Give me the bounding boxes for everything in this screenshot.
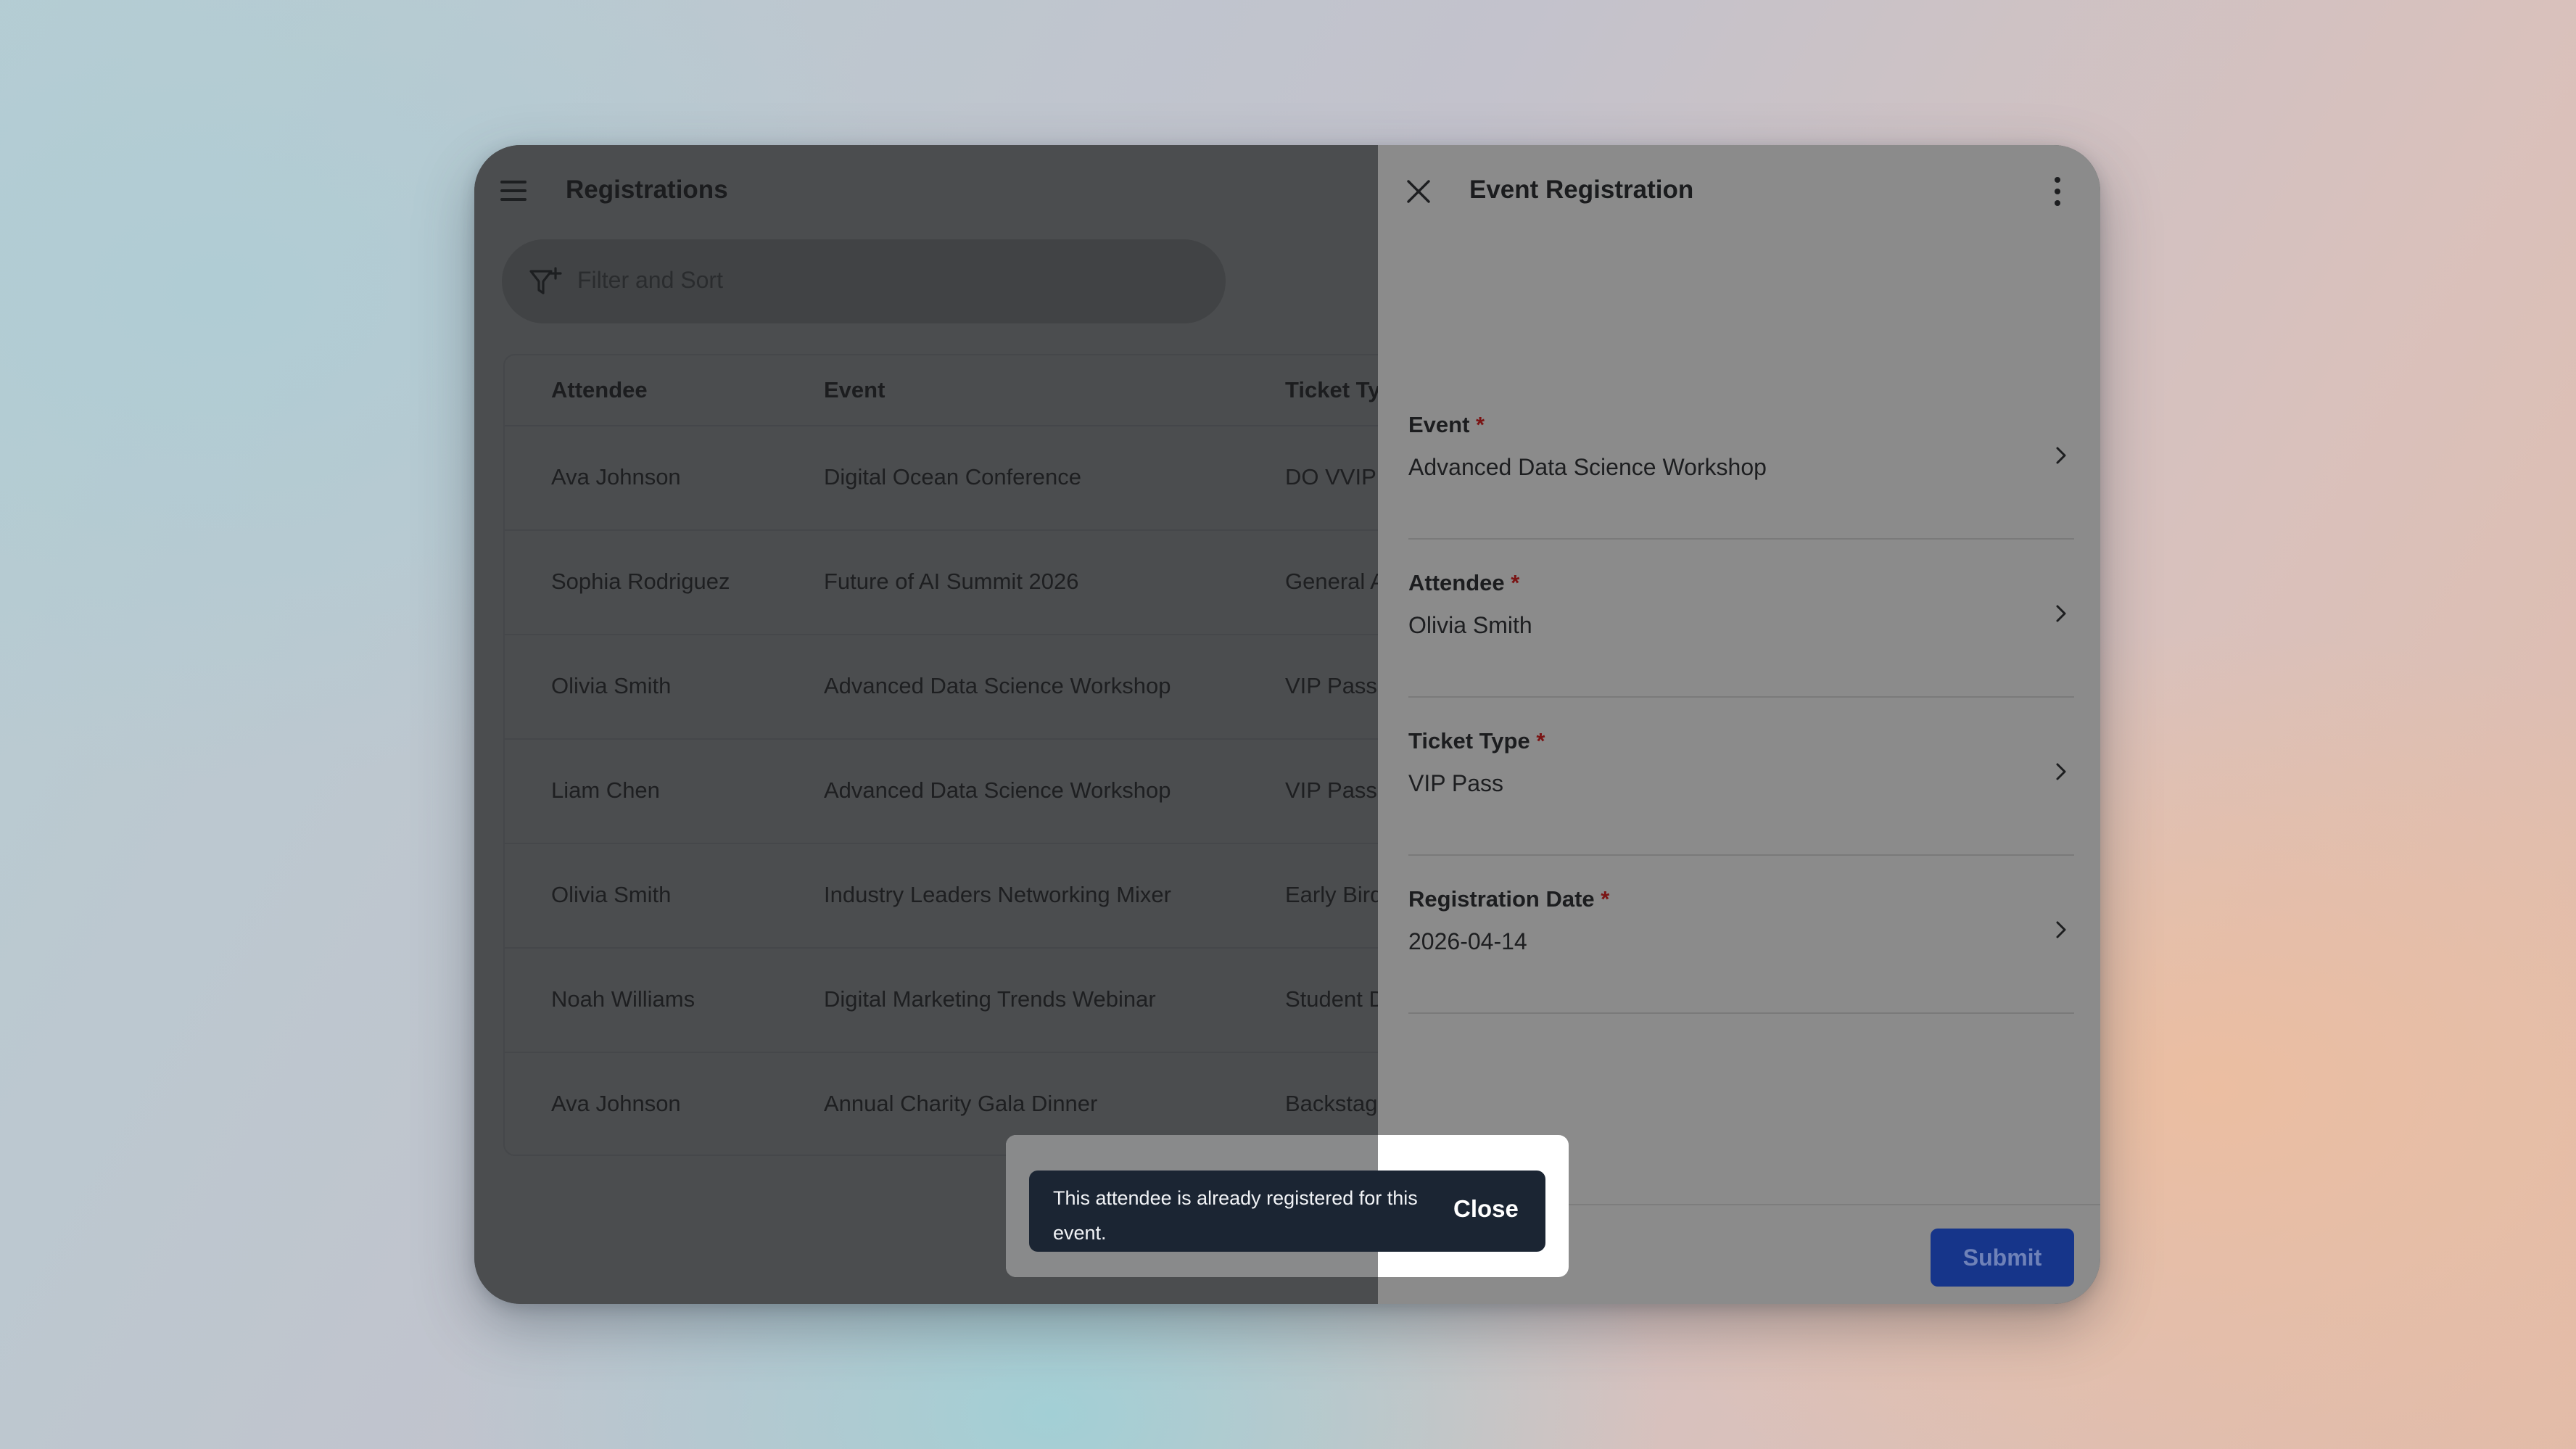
registrations-table: Attendee Event Ticket Ty Ava Johnson Dig… [503,354,1446,1156]
cell-attendee: Olivia Smith [551,882,672,907]
table-row[interactable]: Liam Chen Advanced Data Science Workshop… [505,740,1445,844]
cell-ticket-type: VIP Pass [1285,673,1377,698]
close-icon[interactable] [1404,177,1433,206]
chevron-right-icon [2056,605,2066,622]
field-value: VIP Pass [1408,770,1504,796]
event-field[interactable]: Event * Advanced Data Science Workshop [1408,381,2074,540]
cell-ticket-type: Backstag [1285,1091,1378,1116]
cell-attendee: Sophia Rodriguez [551,569,730,594]
cell-ticket-type: Student D [1285,986,1385,1012]
cell-attendee: Noah Williams [551,986,695,1012]
ticket-type-field[interactable]: Ticket Type * VIP Pass [1408,698,2074,856]
registrations-list-pane: Registrations Filter and Sort Attendee E… [474,145,1446,1304]
snackbar-message: This attendee is already registered for … [1053,1187,1418,1244]
filter-add-icon [529,267,562,294]
submit-button[interactable]: Submit [1931,1229,2074,1287]
table-row[interactable]: Olivia Smith Advanced Data Science Works… [505,635,1445,740]
table-header: Attendee Event Ticket Ty [505,355,1445,426]
cell-attendee: Ava Johnson [551,1091,681,1116]
field-label: Attendee [1408,570,1505,595]
cell-event: Advanced Data Science Workshop [824,777,1171,803]
panel-title: Event Registration [1469,176,1694,204]
registration-date-field[interactable]: Registration Date * 2026-04-14 [1408,856,2074,1014]
cell-event: Industry Leaders Networking Mixer [824,882,1171,907]
chevron-right-icon [2056,921,2066,938]
more-vertical-icon[interactable] [2054,177,2061,206]
chevron-right-icon [2056,763,2066,780]
field-label: Event [1408,412,1470,437]
attendee-field[interactable]: Attendee * Olivia Smith [1408,540,2074,698]
error-snackbar: This attendee is already registered for … [1029,1171,1545,1252]
cell-event: Future of AI Summit 2026 [824,569,1079,594]
required-marker: * [1476,412,1485,437]
field-value: Advanced Data Science Workshop [1408,454,1767,480]
chevron-right-icon [2056,447,2066,464]
table-row[interactable]: Noah Williams Digital Marketing Trends W… [505,949,1445,1053]
cell-event: Advanced Data Science Workshop [824,673,1171,698]
cell-attendee: Olivia Smith [551,673,672,698]
table-row[interactable]: Ava Johnson Digital Ocean Conference DO … [505,426,1445,531]
snackbar-close-button[interactable]: Close [1453,1195,1519,1223]
cell-attendee: Ava Johnson [551,464,681,490]
cell-ticket-type: Early Bird [1285,882,1383,907]
cell-event: Annual Charity Gala Dinner [824,1091,1098,1116]
event-registration-panel: Event Registration Event * Advanced Data… [1378,145,2100,1304]
cell-ticket-type: DO VVIP [1285,464,1376,490]
field-label: Ticket Type [1408,728,1530,754]
field-value: Olivia Smith [1408,612,1532,638]
required-marker: * [1601,886,1610,912]
filter-sort-input[interactable]: Filter and Sort [502,239,1226,323]
page-title: Registrations [566,176,728,204]
column-header-event[interactable]: Event [824,377,885,403]
cell-attendee: Liam Chen [551,777,660,803]
field-label: Registration Date [1408,886,1595,912]
required-marker: * [1536,728,1545,754]
required-marker: * [1511,570,1520,595]
cell-event: Digital Marketing Trends Webinar [824,986,1156,1012]
cell-ticket-type: General A [1285,569,1385,594]
column-header-ticket-type[interactable]: Ticket Ty [1285,377,1381,403]
cell-event: Digital Ocean Conference [824,464,1081,490]
app-window: Registrations Filter and Sort Attendee E… [474,145,2100,1304]
column-header-attendee[interactable]: Attendee [551,377,648,403]
hamburger-menu-icon[interactable] [500,178,527,203]
filter-placeholder: Filter and Sort [577,267,723,293]
field-value: 2026-04-14 [1408,928,1527,954]
table-row[interactable]: Olivia Smith Industry Leaders Networking… [505,844,1445,949]
table-row[interactable]: Sophia Rodriguez Future of AI Summit 202… [505,531,1445,635]
cell-ticket-type: VIP Pass [1285,777,1377,803]
